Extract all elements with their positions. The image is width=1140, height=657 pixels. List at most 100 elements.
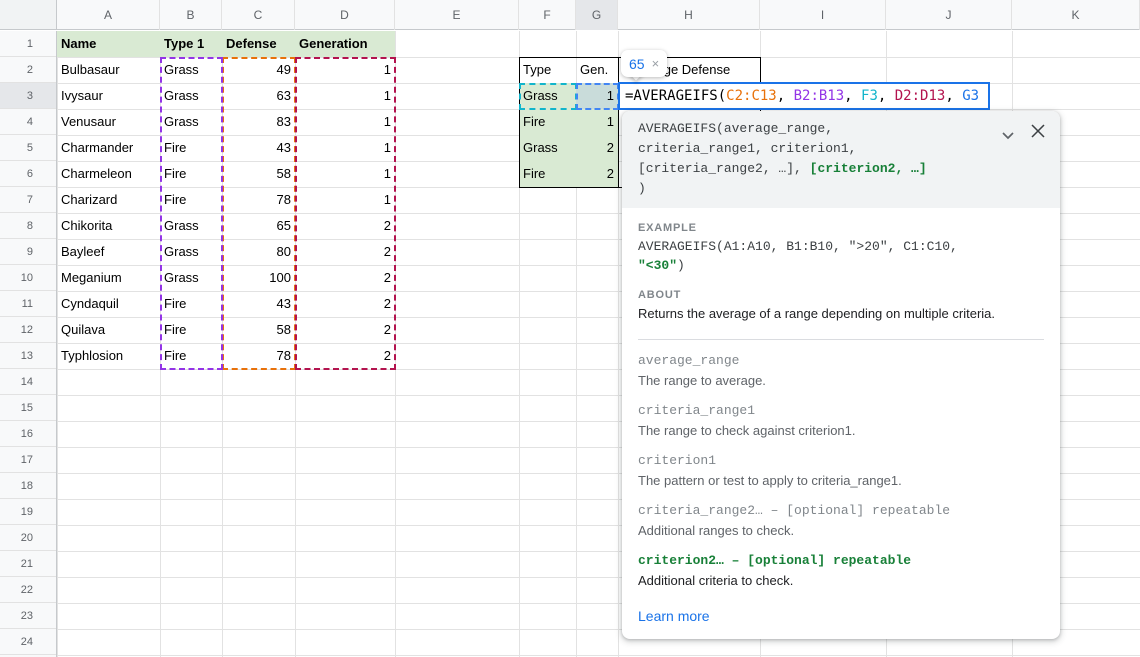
cell-A13[interactable]: Typhlosion <box>57 343 160 369</box>
row-header-21[interactable]: 21 <box>0 551 56 577</box>
column-header-B[interactable]: B <box>160 0 222 30</box>
row-header-10[interactable]: 10 <box>0 265 56 291</box>
row-header-4[interactable]: 4 <box>0 109 56 135</box>
column-header-I[interactable]: I <box>760 0 886 30</box>
parameter-name: criterion1 <box>638 451 1044 471</box>
cell-B13[interactable]: Fire <box>160 343 222 369</box>
cell-B6[interactable]: Fire <box>160 161 222 187</box>
cell-B3[interactable]: Grass <box>160 83 222 109</box>
cell-B12[interactable]: Fire <box>160 317 222 343</box>
cell-D8[interactable]: 2 <box>295 213 395 239</box>
cell-C6[interactable]: 58 <box>222 161 295 187</box>
row-header-11[interactable]: 11 <box>0 291 56 317</box>
cell-B4[interactable]: Grass <box>160 109 222 135</box>
cell-A4[interactable]: Venusaur <box>57 109 160 135</box>
row-header-22[interactable]: 22 <box>0 577 56 603</box>
cell-A12[interactable]: Quilava <box>57 317 160 343</box>
cell-D12[interactable]: 2 <box>295 317 395 343</box>
cell-B8[interactable]: Grass <box>160 213 222 239</box>
cell-C13[interactable]: 78 <box>222 343 295 369</box>
cell-C11[interactable]: 43 <box>222 291 295 317</box>
column-header-A[interactable]: A <box>57 0 160 30</box>
column-header-K[interactable]: K <box>1012 0 1140 30</box>
cell-C5[interactable]: 43 <box>222 135 295 161</box>
row-header-18[interactable]: 18 <box>0 473 56 499</box>
chevron-down-icon[interactable] <box>1002 127 1014 147</box>
cell-D5[interactable]: 1 <box>295 135 395 161</box>
row-header-3[interactable]: 3 <box>0 83 56 109</box>
select-all-corner[interactable] <box>0 0 57 30</box>
cell-A5[interactable]: Charmander <box>57 135 160 161</box>
cell-C9[interactable]: 80 <box>222 239 295 265</box>
row-header-5[interactable]: 5 <box>0 135 56 161</box>
row-header-1[interactable]: 1 <box>0 31 56 57</box>
cell-C7[interactable]: 78 <box>222 187 295 213</box>
column-header-D[interactable]: D <box>295 0 395 30</box>
cell-D6[interactable]: 1 <box>295 161 395 187</box>
cell-A11[interactable]: Cyndaquil <box>57 291 160 317</box>
parameter-name: criteria_range1 <box>638 401 1044 421</box>
cell-C1[interactable]: Defense <box>222 31 295 57</box>
summary-table-inner-border <box>618 57 619 187</box>
cell-D11[interactable]: 2 <box>295 291 395 317</box>
cell-C3[interactable]: 63 <box>222 83 295 109</box>
cell-A10[interactable]: Meganium <box>57 265 160 291</box>
cell-D2[interactable]: 1 <box>295 57 395 83</box>
cell-D3[interactable]: 1 <box>295 83 395 109</box>
cell-B11[interactable]: Fire <box>160 291 222 317</box>
row-header-6[interactable]: 6 <box>0 161 56 187</box>
cell-A7[interactable]: Charizard <box>57 187 160 213</box>
cell-D10[interactable]: 2 <box>295 265 395 291</box>
row-header-7[interactable]: 7 <box>0 187 56 213</box>
cell-D4[interactable]: 1 <box>295 109 395 135</box>
parameter-entry-5: criterion2… – [optional] repeatableAddit… <box>638 551 1044 590</box>
row-header-14[interactable]: 14 <box>0 369 56 395</box>
cell-A2[interactable]: Bulbasaur <box>57 57 160 83</box>
row-header-2[interactable]: 2 <box>0 57 56 83</box>
cell-B10[interactable]: Grass <box>160 265 222 291</box>
row-header-12[interactable]: 12 <box>0 317 56 343</box>
cell-C12[interactable]: 58 <box>222 317 295 343</box>
cell-B5[interactable]: Fire <box>160 135 222 161</box>
cell-A9[interactable]: Bayleef <box>57 239 160 265</box>
cell-A1[interactable]: Name <box>57 31 160 57</box>
row-header-15[interactable]: 15 <box>0 395 56 421</box>
cell-A8[interactable]: Chikorita <box>57 213 160 239</box>
column-header-H[interactable]: H <box>618 0 760 30</box>
row-header-9[interactable]: 9 <box>0 239 56 265</box>
formula-editing-cell[interactable]: =AVERAGEIFS(C2:C13, B2:B13, F3, D2:D13, … <box>618 82 990 110</box>
learn-more-link[interactable]: Learn more <box>638 608 710 624</box>
cell-A3[interactable]: Ivysaur <box>57 83 160 109</box>
row-header-20[interactable]: 20 <box>0 525 56 551</box>
row-header-16[interactable]: 16 <box>0 421 56 447</box>
cell-C10[interactable]: 100 <box>222 265 295 291</box>
cell-B7[interactable]: Fire <box>160 187 222 213</box>
cell-A6[interactable]: Charmeleon <box>57 161 160 187</box>
example-code: AVERAGEIFS(A1:A10, B1:B10, ">20", C1:C10… <box>638 237 1044 275</box>
column-header-C[interactable]: C <box>222 0 295 30</box>
parameter-entry-4: criteria_range2… – [optional] repeatable… <box>638 501 1044 540</box>
badge-close-icon[interactable]: × <box>652 57 660 70</box>
cell-D1[interactable]: Generation <box>295 31 395 57</box>
function-help-popup: AVERAGEIFS(average_range, criteria_range… <box>622 111 1060 639</box>
column-header-E[interactable]: E <box>395 0 519 30</box>
row-header-17[interactable]: 17 <box>0 447 56 473</box>
column-header-G[interactable]: G <box>576 0 618 30</box>
row-header-19[interactable]: 19 <box>0 499 56 525</box>
cell-C8[interactable]: 65 <box>222 213 295 239</box>
close-icon[interactable] <box>1031 124 1045 145</box>
row-header-23[interactable]: 23 <box>0 603 56 629</box>
cell-D13[interactable]: 2 <box>295 343 395 369</box>
cell-B9[interactable]: Grass <box>160 239 222 265</box>
column-header-F[interactable]: F <box>519 0 576 30</box>
cell-B2[interactable]: Grass <box>160 57 222 83</box>
row-header-24[interactable]: 24 <box>0 629 56 655</box>
cell-D9[interactable]: 2 <box>295 239 395 265</box>
column-header-J[interactable]: J <box>886 0 1012 30</box>
row-header-8[interactable]: 8 <box>0 213 56 239</box>
row-header-13[interactable]: 13 <box>0 343 56 369</box>
cell-D7[interactable]: 1 <box>295 187 395 213</box>
cell-B1[interactable]: Type 1 <box>160 31 222 57</box>
cell-C4[interactable]: 83 <box>222 109 295 135</box>
cell-C2[interactable]: 49 <box>222 57 295 83</box>
